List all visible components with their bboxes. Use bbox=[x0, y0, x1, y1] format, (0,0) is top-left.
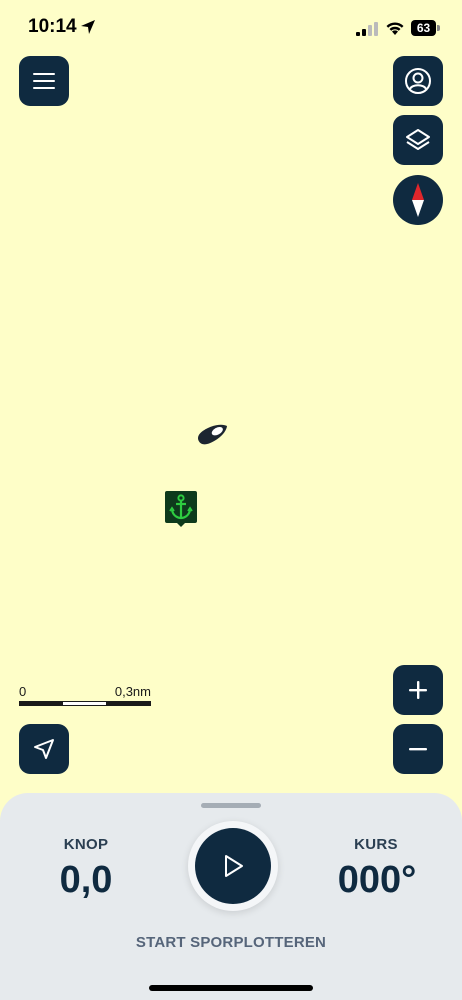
user-icon bbox=[405, 68, 431, 94]
boat-icon[interactable] bbox=[194, 420, 230, 448]
home-indicator[interactable] bbox=[149, 985, 313, 991]
profile-button[interactable] bbox=[393, 56, 443, 106]
battery-cap bbox=[437, 25, 440, 31]
speed-value: 0,0 bbox=[59, 859, 113, 901]
course-label: KURS bbox=[354, 836, 398, 853]
scale-bar bbox=[19, 701, 151, 706]
anchor-icon[interactable] bbox=[164, 489, 198, 527]
speed-label: KNOP bbox=[63, 836, 109, 853]
course-value: 000° bbox=[337, 859, 417, 901]
zoom-in-button[interactable] bbox=[393, 665, 443, 715]
status-time: 10:14 bbox=[28, 16, 77, 37]
menu-icon bbox=[33, 73, 55, 89]
layers-button[interactable] bbox=[393, 115, 443, 165]
compass-icon bbox=[412, 183, 424, 217]
locate-button[interactable] bbox=[19, 724, 69, 774]
location-arrow-icon bbox=[81, 20, 95, 34]
start-track-plotter-label[interactable]: START SPORPLOTTEREN bbox=[0, 934, 462, 951]
wifi-icon bbox=[386, 22, 404, 35]
drag-handle[interactable] bbox=[201, 803, 261, 808]
map-scale: 0 0,3nm bbox=[19, 684, 151, 708]
status-bar: 10:14 63 bbox=[0, 0, 462, 56]
layers-icon bbox=[406, 129, 430, 150]
scale-end-label: 0,3nm bbox=[114, 684, 151, 699]
battery-indicator: 63 bbox=[411, 20, 436, 36]
plus-icon bbox=[409, 681, 427, 699]
compass-button[interactable] bbox=[393, 175, 443, 225]
scale-start-label: 0 bbox=[19, 684, 27, 699]
play-icon bbox=[225, 855, 243, 877]
minus-icon bbox=[409, 748, 427, 751]
start-tracking-button[interactable] bbox=[195, 828, 271, 904]
zoom-out-button[interactable] bbox=[393, 724, 443, 774]
track-plotter-panel: KNOP 0,0 KURS 000° START SPORPLOTTEREN bbox=[0, 793, 462, 1000]
menu-button[interactable] bbox=[19, 56, 69, 106]
cellular-signal-icon bbox=[356, 22, 378, 36]
navigation-arrow-icon bbox=[34, 739, 54, 759]
